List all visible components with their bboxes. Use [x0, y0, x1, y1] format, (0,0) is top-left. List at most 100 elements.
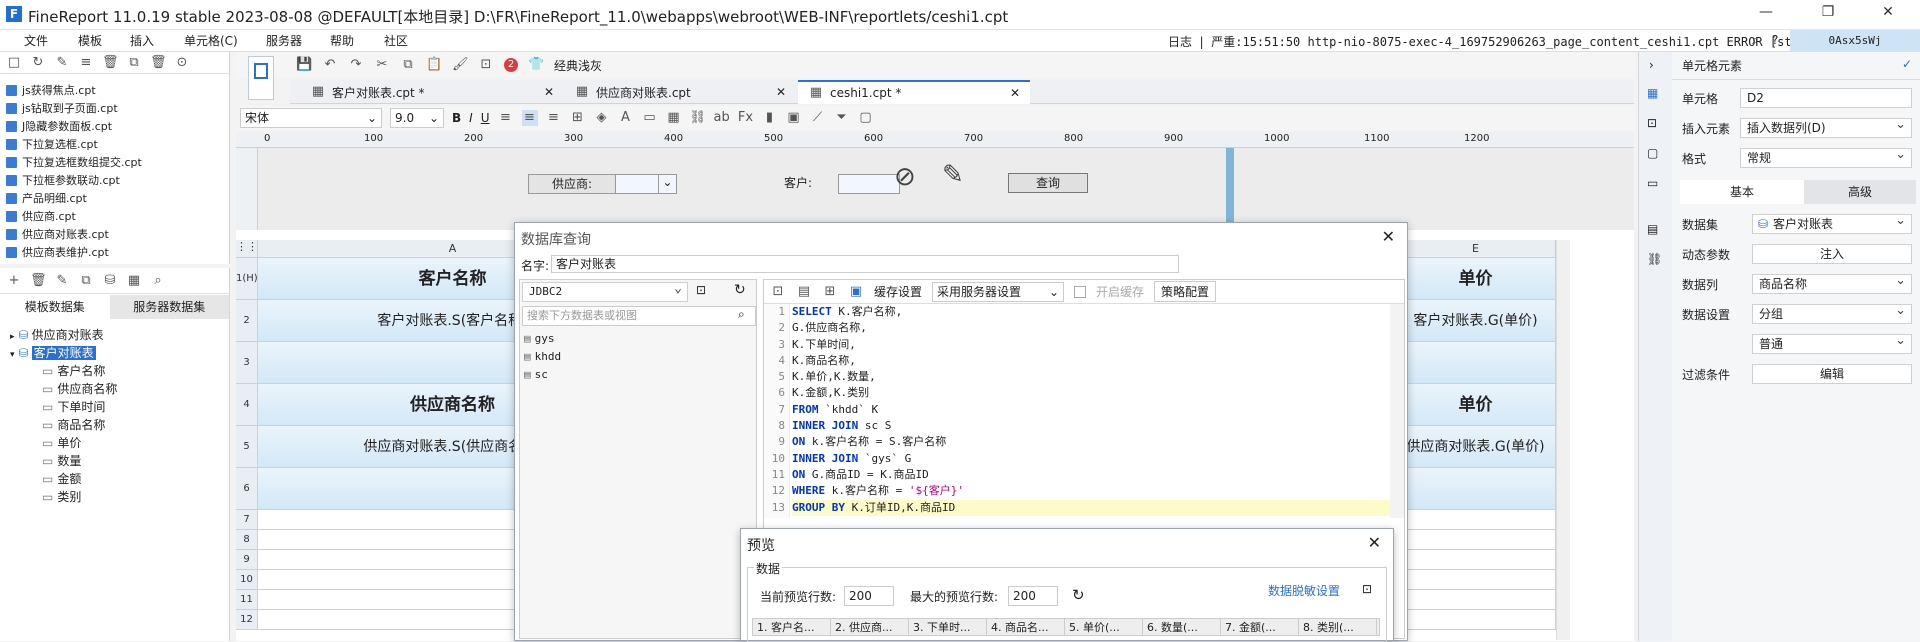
cell-element-icon[interactable]: ▦	[1647, 86, 1658, 100]
cache-select[interactable]: 采用服务器设置 ⌄	[932, 281, 1065, 302]
open-cache-checkbox[interactable]	[1074, 285, 1087, 298]
file-item[interactable]: 下拉复选框数组提交.cpt	[0, 154, 229, 172]
menu-cell[interactable]: 单元格(C)	[184, 32, 238, 49]
sql-line[interactable]: INNER JOIN `gys` G	[792, 451, 1390, 467]
shirt-icon[interactable]: 👕	[528, 57, 544, 73]
close-tab-icon[interactable]: ✕	[776, 85, 786, 99]
file-item[interactable]: 供应商对账表.cpt	[0, 226, 229, 244]
help-icon[interactable]: ?	[1772, 33, 1778, 47]
connection-select[interactable]: JDBC2	[522, 280, 688, 302]
preview-column-header[interactable]: 1. 客户名...	[753, 619, 831, 635]
align-left-icon[interactable]: ≡	[498, 110, 514, 126]
sql-line[interactable]: ON G.商品ID = K.商品ID	[792, 467, 1390, 483]
db-table-item[interactable]: ▤ sc	[524, 366, 561, 384]
menu-insert[interactable]: 插入	[130, 32, 154, 49]
delete-icon[interactable]: 🗑	[102, 55, 119, 71]
preview-icon[interactable]: ▦	[126, 273, 142, 289]
query-button[interactable]: 查询	[1008, 173, 1088, 193]
cell-input[interactable]: D2	[1740, 88, 1912, 108]
dataset-root[interactable]: ▾ ⛁ 客户对账表	[0, 344, 229, 362]
minimize-icon[interactable]: —	[1744, 4, 1788, 26]
edit-icon[interactable]: ✎	[54, 55, 70, 71]
file-item[interactable]: 下拉框参数联动.cpt	[0, 172, 229, 190]
link-icon[interactable]: ⛓	[1647, 252, 1662, 266]
locate-icon[interactable]: ⊙	[174, 55, 190, 71]
preview-column-header[interactable]: 7. 金额(...	[1221, 619, 1299, 635]
sql-line[interactable]: WHERE k.客户名称 = '${客户}'	[792, 483, 1390, 499]
tab-ceshi1[interactable]: ▦ ceshi1.cpt * ✕	[798, 80, 1030, 104]
file-item[interactable]: 供应商表维护.cpt	[0, 244, 229, 262]
group-mode-select[interactable]: 普通	[1752, 332, 1912, 354]
save-icon[interactable]: ▤	[796, 284, 812, 300]
row-header[interactable]: 4	[236, 384, 258, 426]
slash-icon[interactable]: ⟋	[810, 110, 826, 126]
current-rows-input[interactable]: 200	[844, 586, 894, 606]
edit-dataset-icon[interactable]: ✎	[54, 273, 70, 289]
fill-color-icon[interactable]: ◈	[594, 110, 610, 126]
db-table-item[interactable]: ▤ khdd	[524, 348, 561, 366]
font-size-select[interactable]: 9.0 ⌄	[390, 108, 444, 128]
hide-eye-icon[interactable]: ⊘	[894, 162, 916, 192]
row-header[interactable]: 10	[236, 570, 258, 590]
close-icon[interactable]: ✕	[1382, 227, 1395, 246]
cell-e2[interactable]: 客户对账表.G(单价)	[1396, 300, 1556, 342]
italic-icon[interactable]: I	[469, 111, 473, 125]
template-icon[interactable]	[248, 56, 274, 100]
preview-column-header[interactable]: 2. 供应商...	[831, 619, 909, 635]
cell-e3[interactable]	[1396, 342, 1556, 384]
format-brush-icon[interactable]: 🖌	[452, 57, 469, 73]
redo-icon[interactable]: ↷	[348, 57, 364, 73]
font-family-select[interactable]: 宋体 ⌄	[240, 108, 382, 128]
tab-template-dataset[interactable]: 模板数据集	[0, 295, 110, 319]
customer-input[interactable]	[838, 174, 900, 194]
preview-column-header[interactable]: 5. 单价(...	[1065, 619, 1143, 635]
delete-dataset-icon[interactable]: 🗑	[30, 273, 47, 289]
sql-line[interactable]: G.供应商名称,	[792, 320, 1390, 336]
copy-icon[interactable]: ⧉	[400, 57, 416, 73]
refresh-icon[interactable]: ↻	[734, 282, 746, 298]
save-icon[interactable]: 💾	[296, 57, 312, 73]
sql-line[interactable]: INNER JOIN sc S	[792, 418, 1390, 434]
tab-basic[interactable]: 基本	[1680, 180, 1804, 204]
add-dataset-icon[interactable]: +	[6, 273, 22, 289]
file-item[interactable]: J隐藏参数面板.cpt	[0, 118, 229, 136]
search-icon[interactable]: ⌕	[1752, 33, 1759, 48]
name-input[interactable]: 客户对账表	[551, 255, 1179, 273]
field-item[interactable]: ▭ 单价	[0, 434, 229, 452]
param-icon[interactable]: ⊞	[822, 284, 838, 300]
export-icon[interactable]: ⊡	[1362, 582, 1372, 596]
cell-e4[interactable]: 单价	[1396, 384, 1556, 426]
cell-e5[interactable]: 供应商对账表.G(单价)	[1396, 426, 1556, 468]
hyperlink-icon[interactable]: ▤	[1647, 222, 1658, 236]
copy-icon[interactable]: ⧉	[126, 55, 142, 71]
cut-icon[interactable]: ✂	[374, 57, 390, 73]
refresh-icon[interactable]: ↻	[1072, 586, 1085, 604]
dataset-select[interactable]: 客户对账表	[1752, 212, 1912, 234]
new-folder-icon[interactable]: □	[6, 55, 22, 71]
close-icon[interactable]: ✕	[1866, 4, 1910, 26]
file-item[interactable]: 下拉复选框.cpt	[0, 136, 229, 154]
row-header[interactable]: 7	[236, 510, 258, 530]
row-header[interactable]: 11	[236, 590, 258, 610]
cell-attr-icon[interactable]: ⊡	[1647, 116, 1657, 130]
field-item[interactable]: ▭ 客户名称	[0, 362, 229, 380]
supplier-combobox[interactable]: ⌄	[615, 174, 677, 194]
bold-icon[interactable]: B	[452, 111, 461, 125]
sql-line[interactable]: K.单价,K.数量,	[792, 369, 1390, 385]
tab-server-dataset[interactable]: 服务器数据集	[109, 295, 229, 319]
unmerge-icon[interactable]: ▦	[666, 110, 682, 126]
max-rows-input[interactable]: 200	[1008, 586, 1058, 606]
row-header[interactable]: 9	[236, 550, 258, 570]
row-header[interactable]: 6	[236, 468, 258, 510]
insert-select[interactable]: 插入数据列(D)	[1740, 116, 1912, 138]
image-icon[interactable]: ▣	[786, 110, 802, 126]
menu-file[interactable]: 文件	[24, 32, 48, 49]
condition-icon[interactable]: ▭	[1647, 176, 1658, 190]
inject-button[interactable]: 注入	[1752, 244, 1912, 264]
field-item[interactable]: ▭ 类别	[0, 488, 229, 506]
align-right-icon[interactable]: ≡	[546, 110, 562, 126]
close-tab-icon[interactable]: ✕	[1010, 86, 1020, 100]
menu-server[interactable]: 服务器	[266, 32, 302, 49]
close-icon[interactable]: ✕	[1368, 533, 1381, 552]
undo-icon[interactable]: ↶	[322, 57, 338, 73]
